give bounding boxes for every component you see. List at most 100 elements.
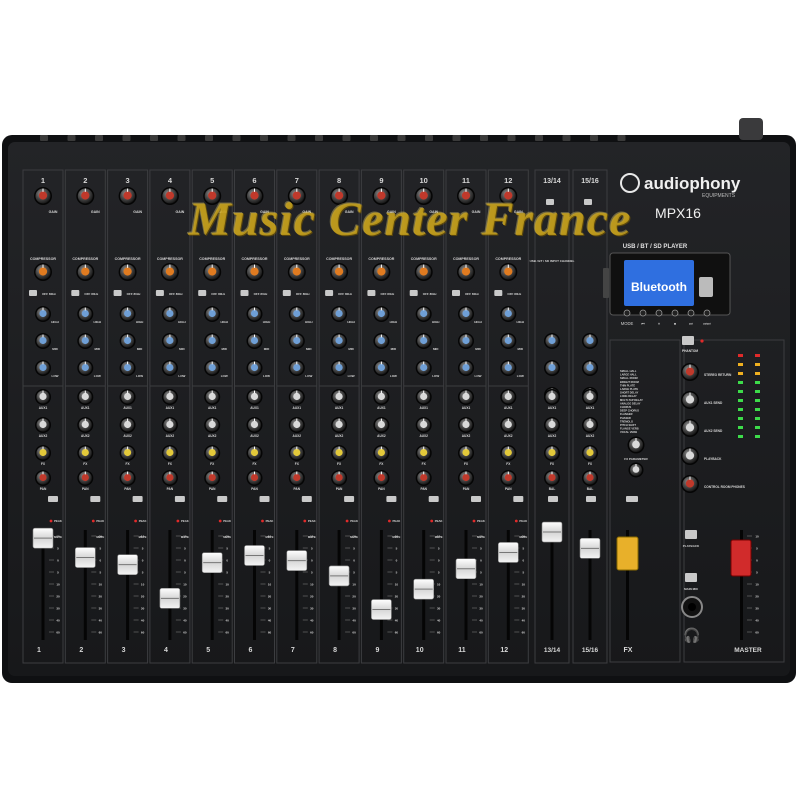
gain-knob[interactable]	[457, 187, 475, 205]
aux1-knob[interactable]	[204, 389, 221, 405]
aux2-knob[interactable]	[415, 417, 432, 433]
fx-knob[interactable]	[161, 445, 178, 461]
eq-mid-knob[interactable]	[500, 333, 517, 349]
balance-knob[interactable]	[544, 470, 560, 486]
mute-button[interactable]	[548, 496, 558, 502]
eq-mid-knob[interactable]	[331, 333, 348, 349]
pan-knob[interactable]	[119, 470, 136, 486]
mute-button[interactable]	[301, 496, 312, 502]
eq-high-knob[interactable]	[288, 306, 305, 322]
eq-high-knob[interactable]	[204, 306, 221, 322]
player-button-2[interactable]	[655, 309, 663, 317]
fx-knob[interactable]	[415, 445, 432, 461]
pan-knob[interactable]	[373, 470, 390, 486]
eq-low-knob[interactable]	[288, 360, 305, 376]
eq-high-knob[interactable]	[119, 306, 136, 322]
aux2-knob[interactable]	[204, 417, 221, 433]
eq-low-knob[interactable]	[246, 360, 263, 376]
aux1-knob[interactable]	[288, 389, 305, 405]
eq-high-knob[interactable]	[77, 306, 94, 322]
pan-knob[interactable]	[415, 470, 432, 486]
power-switch[interactable]	[739, 118, 763, 140]
main-mix-button[interactable]	[685, 573, 697, 582]
compressor-knob[interactable]	[372, 263, 391, 281]
fx-param-knob[interactable]	[628, 462, 644, 478]
eq-mid-knob[interactable]	[458, 333, 474, 349]
aux2-knob[interactable]	[161, 417, 178, 433]
fx-mute-button[interactable]	[626, 496, 638, 502]
eq-mid-knob[interactable]	[544, 360, 560, 376]
aux1-knob[interactable]	[246, 389, 263, 405]
mute-button[interactable]	[259, 496, 270, 502]
fx-knob[interactable]	[458, 445, 474, 461]
low-cut-button[interactable]	[409, 290, 418, 296]
eq-low-knob[interactable]	[35, 360, 51, 376]
aux1-knob[interactable]	[373, 389, 390, 405]
compressor-knob[interactable]	[330, 263, 349, 281]
eq-mid-knob[interactable]	[415, 333, 432, 349]
pan-knob[interactable]	[77, 470, 94, 486]
fx-knob[interactable]	[35, 445, 51, 461]
low-cut-button[interactable]	[29, 290, 37, 296]
eq-low-knob[interactable]	[500, 360, 517, 376]
eq-mid-knob[interactable]	[373, 333, 390, 349]
low-cut-button[interactable]	[240, 290, 249, 296]
gain-knob[interactable]	[34, 187, 52, 205]
gain-knob[interactable]	[330, 187, 349, 205]
compressor-knob[interactable]	[76, 263, 95, 281]
playback-button[interactable]	[685, 530, 697, 539]
pan-knob[interactable]	[204, 470, 221, 486]
eq-high-knob[interactable]	[415, 306, 432, 322]
aux2-knob[interactable]	[288, 417, 305, 433]
eq-low-knob[interactable]	[373, 360, 390, 376]
low-cut-button[interactable]	[494, 290, 503, 296]
fx-knob[interactable]	[119, 445, 136, 461]
player-button-3[interactable]	[671, 309, 679, 317]
aux2-knob[interactable]	[373, 417, 390, 433]
compressor-knob[interactable]	[203, 263, 222, 281]
pan-knob[interactable]	[161, 470, 178, 486]
aux2-knob[interactable]	[246, 417, 263, 433]
aux1-knob[interactable]	[161, 389, 178, 405]
fx-knob[interactable]	[246, 445, 263, 461]
eq-high-knob[interactable]	[373, 306, 390, 322]
aux2-knob[interactable]	[500, 417, 517, 433]
eq-mid-knob[interactable]	[35, 333, 51, 349]
aux1-knob[interactable]	[458, 389, 474, 405]
sd-slot[interactable]	[603, 268, 609, 298]
fx-knob[interactable]	[500, 445, 517, 461]
master-knob-3[interactable]	[681, 447, 699, 465]
low-cut-button[interactable]	[198, 290, 207, 296]
player-button-0[interactable]	[623, 309, 631, 317]
pan-knob[interactable]	[500, 470, 517, 486]
pan-knob[interactable]	[288, 470, 305, 486]
gain-knob[interactable]	[245, 187, 264, 205]
master-knob-2[interactable]	[681, 419, 699, 437]
usb-port[interactable]	[699, 277, 713, 297]
gain-knob[interactable]	[287, 187, 306, 205]
compressor-knob[interactable]	[118, 263, 137, 281]
master-knob-1[interactable]	[681, 391, 699, 409]
eq-low-knob[interactable]	[119, 360, 136, 376]
mute-button[interactable]	[90, 496, 101, 502]
mute-button[interactable]	[386, 496, 397, 502]
eq-mid-knob[interactable]	[246, 333, 263, 349]
level-button[interactable]	[546, 199, 554, 205]
pan-knob[interactable]	[458, 470, 474, 486]
compressor-knob[interactable]	[245, 263, 264, 281]
fx-knob[interactable]	[77, 445, 94, 461]
aux2-knob[interactable]	[35, 417, 51, 433]
eq-mid-knob[interactable]	[582, 360, 598, 376]
mute-button[interactable]	[174, 496, 185, 502]
gain-knob[interactable]	[118, 187, 137, 205]
eq-high-knob[interactable]	[161, 306, 178, 322]
compressor-knob[interactable]	[160, 263, 179, 281]
compressor-knob[interactable]	[287, 263, 306, 281]
eq-high-knob[interactable]	[331, 306, 348, 322]
mute-button[interactable]	[586, 496, 596, 502]
level-button[interactable]	[584, 199, 592, 205]
low-cut-button[interactable]	[113, 290, 122, 296]
low-cut-button[interactable]	[155, 290, 164, 296]
compressor-knob[interactable]	[414, 263, 433, 281]
aux1-knob[interactable]	[415, 389, 432, 405]
